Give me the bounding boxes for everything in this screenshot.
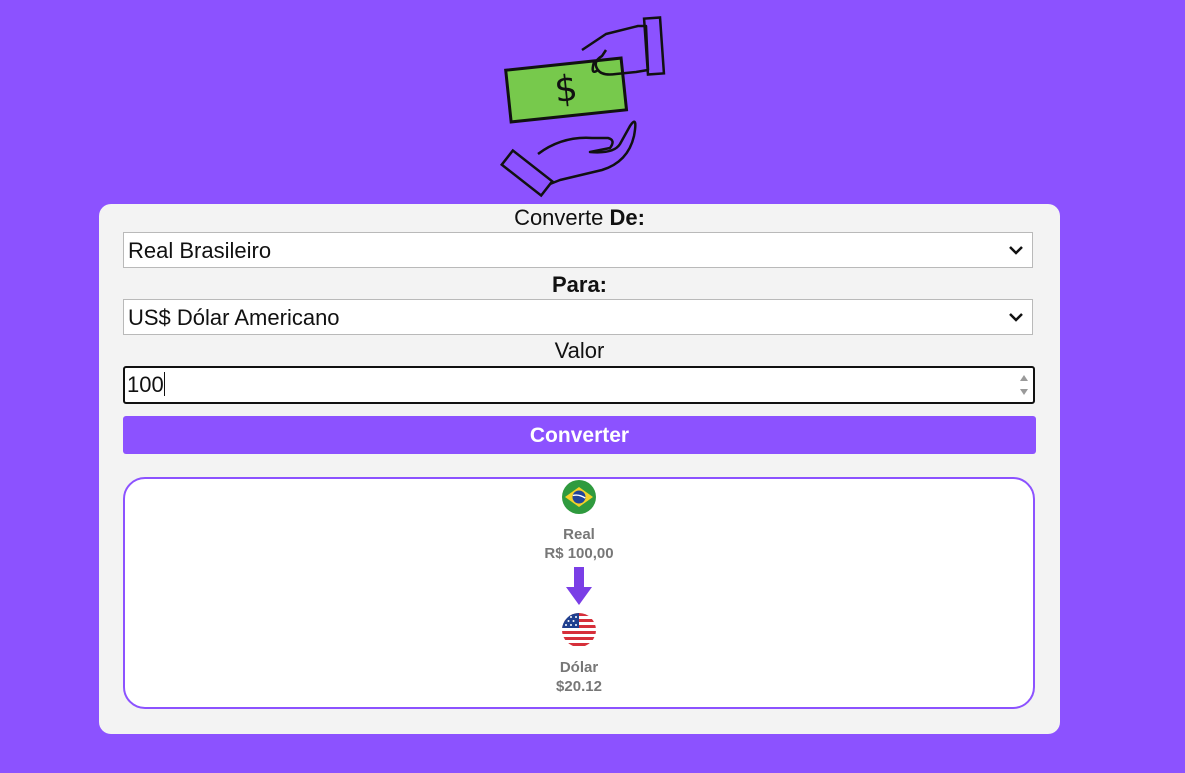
chevron-down-icon bbox=[1009, 313, 1023, 322]
from-label: Converte De: bbox=[514, 205, 645, 230]
value-input-text: 100 bbox=[127, 372, 164, 397]
from-currency-name: Real bbox=[563, 526, 595, 543]
to-currency-select[interactable]: US$ Dólar Americano bbox=[123, 299, 1033, 335]
usa-flag-icon bbox=[562, 613, 596, 647]
text-caret bbox=[163, 372, 165, 396]
money-exchange-hands-icon: $ bbox=[500, 16, 666, 198]
convert-button[interactable]: Converter bbox=[123, 416, 1036, 454]
to-currency-name: Dólar bbox=[559, 659, 599, 676]
to-amount: $20.12 bbox=[556, 678, 602, 695]
converter-card: Converte De: Real Brasileiro Para: US$ D… bbox=[99, 204, 1060, 734]
from-amount: R$ 100,00 bbox=[544, 545, 614, 562]
number-spinner[interactable] bbox=[1019, 372, 1029, 398]
brazil-flag-icon bbox=[562, 480, 596, 514]
conversion-result-panel: Real R$ 100,00 Dólar $20.12 bbox=[123, 477, 1035, 709]
value-label: Valor bbox=[554, 338, 605, 363]
svg-text:$: $ bbox=[553, 68, 580, 111]
value-input[interactable]: 100 bbox=[123, 366, 1035, 404]
chevron-down-icon bbox=[1009, 246, 1023, 255]
arrow-down-icon bbox=[566, 567, 592, 605]
to-currency-value: US$ Dólar Americano bbox=[128, 305, 340, 330]
from-currency-value: Real Brasileiro bbox=[128, 238, 272, 263]
to-label: Para: bbox=[551, 272, 608, 297]
from-currency-select[interactable]: Real Brasileiro bbox=[123, 232, 1033, 268]
